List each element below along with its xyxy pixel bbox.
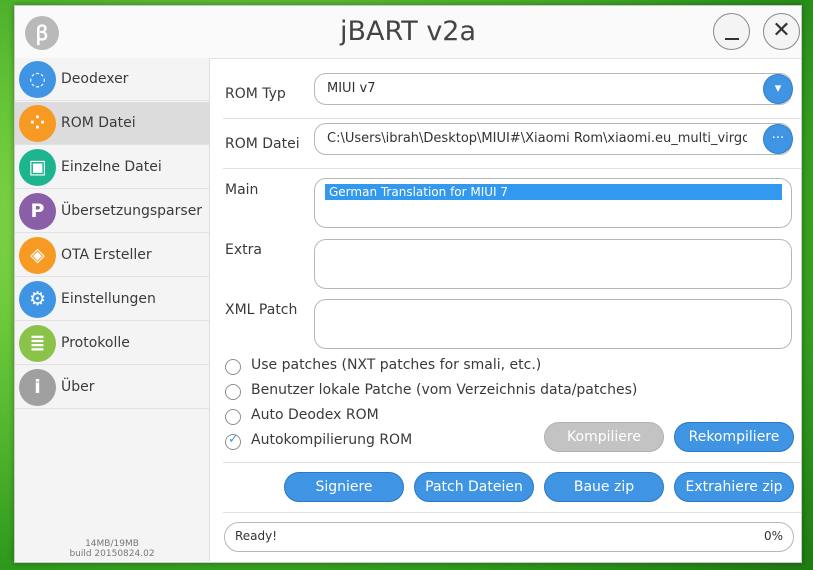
rekompiliere-button[interactable]: Rekompiliere (674, 422, 794, 452)
grid-icon: ⁘ (19, 105, 56, 142)
memory-usage: 14MB/19MB (85, 539, 139, 549)
divider (223, 462, 801, 463)
sidebar-item-deodexer[interactable]: ◌ Deodexer (15, 58, 209, 101)
info-icon: i (19, 369, 56, 406)
rom-datei-input[interactable]: C:\Users\ibrah\Desktop\MIUI#\Xiaomi Rom\… (314, 123, 792, 155)
sidebar-item-einstellungen[interactable]: ⚙ Einstellungen (15, 278, 209, 321)
build-number: build 20150824.02 (69, 549, 155, 559)
rom-typ-select[interactable]: MIUI v7 (314, 73, 792, 105)
baue-zip-button[interactable]: Baue zip (544, 472, 664, 502)
sidebar-item-protokolle[interactable]: ≣ Protokolle (15, 322, 209, 365)
main-patch-list[interactable]: German Translation for MIUI 7 (314, 178, 792, 228)
minimize-icon (725, 38, 739, 40)
layers-icon: ◈ (19, 237, 56, 274)
sidebar-item-label: Über (61, 379, 95, 395)
gear-icon: ⚙ (19, 281, 56, 318)
rom-datei-label: ROM Datei (225, 136, 300, 152)
progress-percent: 0% (763, 529, 783, 543)
refresh-icon: ◌ (19, 61, 56, 98)
list-item[interactable]: German Translation for MIUI 7 (325, 184, 782, 200)
divider (223, 168, 801, 169)
sidebar-item-label: OTA Ersteller (61, 247, 152, 263)
status-text: Ready! (235, 529, 278, 543)
divider (223, 512, 801, 513)
window-title: jBART v2a (339, 16, 477, 47)
use-patches-label: Use patches (NXT patches for smali, etc.… (251, 357, 542, 373)
close-button[interactable]: ✕ (763, 13, 800, 50)
extra-patch-list[interactable] (314, 239, 792, 289)
rom-datei-path: C:\Users\ibrah\Desktop\MIUI#\Xiaomi Rom\… (327, 131, 747, 146)
sidebar-item-ueber[interactable]: i Über (15, 366, 209, 409)
sidebar-item-label: Einstellungen (61, 291, 156, 307)
autokompilierung-label: Autokompilierung ROM (251, 432, 413, 448)
divider (223, 118, 801, 119)
sidebar-item-ota-ersteller[interactable]: ◈ OTA Ersteller (15, 234, 209, 277)
p-letter-icon: P (19, 193, 56, 230)
sidebar-item-label: Deodexer (61, 71, 129, 87)
signiere-button[interactable]: Signiere (284, 472, 404, 502)
local-patches-label: Benutzer lokale Patche (vom Verzeichnis … (251, 382, 638, 398)
title-bar[interactable]: ꞵ jBART v2a ✕ (15, 6, 801, 59)
sidebar-item-label: Protokolle (61, 335, 130, 351)
use-patches-radio[interactable] (225, 359, 241, 375)
close-icon: ✕ (772, 18, 791, 43)
main-panel: ROM Typ MIUI v7 ▾ ROM Datei C:\Users\ibr… (210, 58, 801, 561)
sidebar-item-rom-datei[interactable]: ⁘ ROM Datei (15, 102, 209, 145)
sidebar-item-label: Übersetzungsparser (61, 203, 203, 219)
android-icon: ▣ (19, 149, 56, 186)
more-icon: ··· (771, 131, 785, 146)
autokompilierung-checkbox[interactable]: ✓ (225, 432, 241, 450)
patch-dateien-button[interactable]: Patch Dateien (414, 472, 534, 502)
sidebar-item-label: Einzelne Datei (61, 159, 162, 175)
extrahiere-zip-button[interactable]: Extrahiere zip (674, 472, 794, 502)
main-window: ꞵ jBART v2a ✕ ◌ Deodexer ⁘ ROM Datei ▣ E… (14, 5, 802, 563)
local-patches-radio[interactable] (225, 384, 241, 400)
xml-patch-label: XML Patch (225, 302, 298, 318)
sidebar-item-einzelne-datei[interactable]: ▣ Einzelne Datei (15, 146, 209, 189)
extra-label: Extra (225, 242, 262, 258)
chevron-down-icon: ▾ (774, 81, 782, 96)
xml-patch-list[interactable] (314, 299, 792, 349)
progress-bar: Ready! 0% (224, 522, 794, 552)
main-label: Main (225, 182, 259, 198)
rom-typ-label: ROM Typ (225, 86, 286, 102)
rom-typ-dropdown-button[interactable]: ▾ (763, 74, 793, 104)
checkmark-icon: ✓ (228, 432, 239, 447)
kompiliere-button[interactable]: Kompiliere (544, 422, 664, 452)
minimize-button[interactable] (713, 13, 750, 50)
sidebar-item-label: ROM Datei (61, 115, 136, 131)
memory-info: 14MB/19MB build 20150824.02 (15, 539, 209, 559)
log-icon: ≣ (19, 325, 56, 362)
browse-button[interactable]: ··· (763, 124, 793, 154)
auto-deodex-radio[interactable] (225, 409, 241, 425)
rom-typ-value: MIUI v7 (327, 81, 376, 96)
sidebar: ◌ Deodexer ⁘ ROM Datei ▣ Einzelne Datei … (15, 58, 210, 561)
auto-deodex-label: Auto Deodex ROM (251, 407, 379, 423)
sidebar-item-uebersetzungsparser[interactable]: P Übersetzungsparser (15, 190, 209, 233)
